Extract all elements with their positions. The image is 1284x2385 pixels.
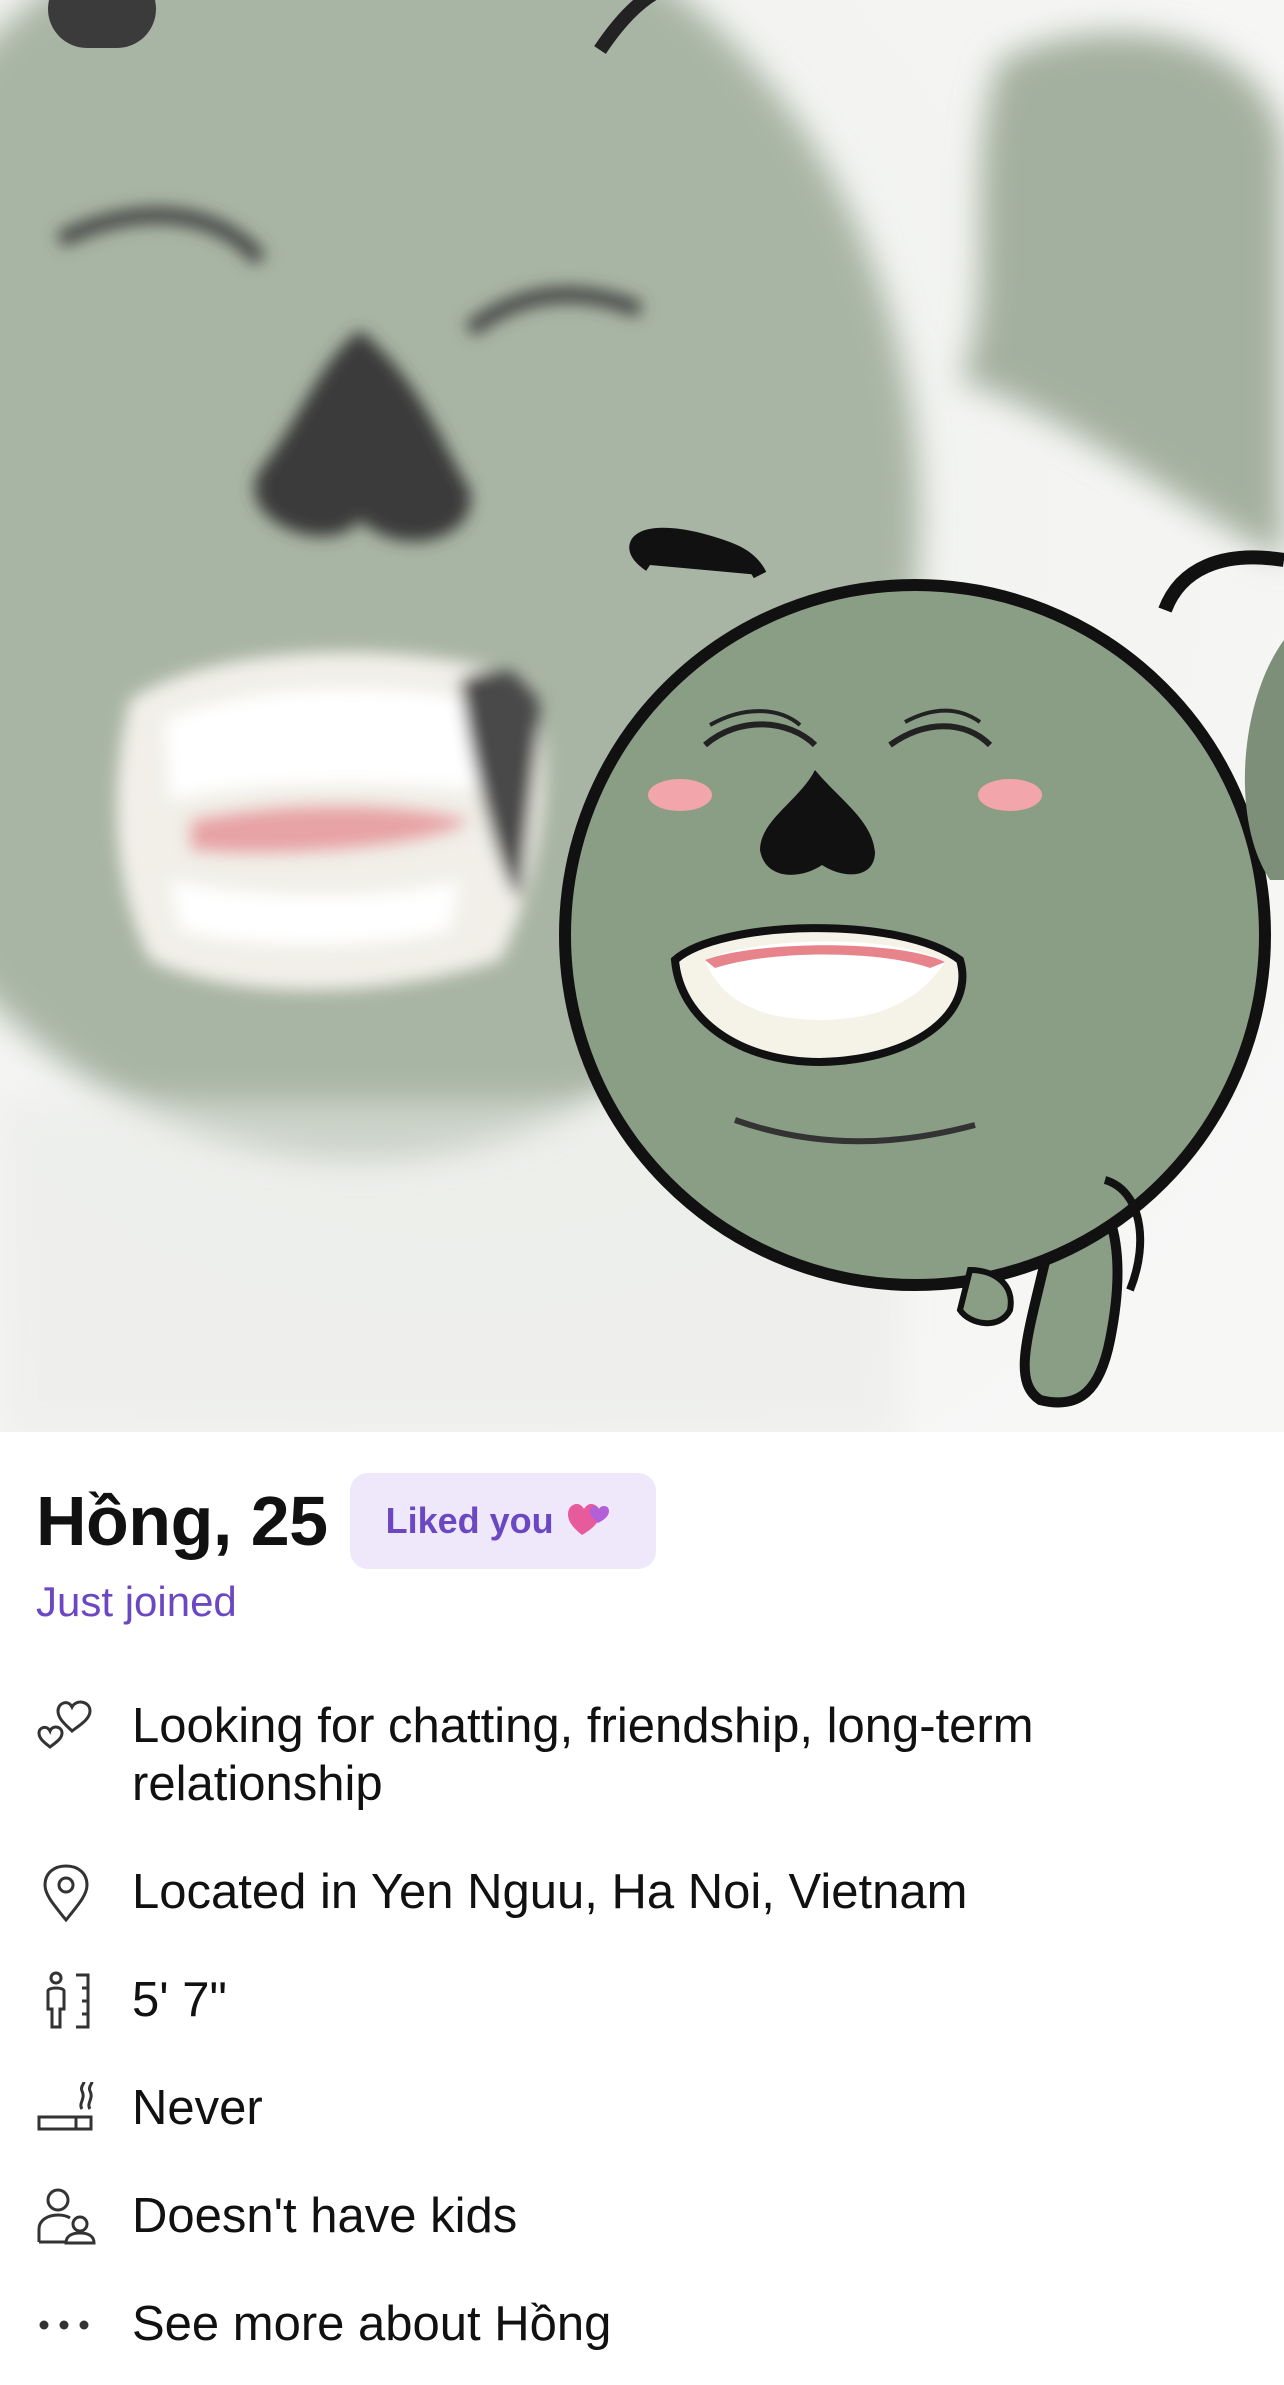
two-hearts-icon [567,1504,609,1535]
profile-photo-illustration [0,0,1284,1432]
profile-photo[interactable] [0,0,1284,1432]
liked-you-badge[interactable]: Liked you [349,1473,656,1569]
height-icon [36,1971,96,2031]
detail-location: Located in Yen Nguu, Ha Noi, Vietnam [36,1863,1256,1923]
joined-status: Just joined [36,1578,237,1625]
detail-smoking: Never [36,2079,1256,2139]
liked-you-label: Liked you [385,1500,554,1541]
cigarette-icon [36,2079,96,2139]
location-pin-icon [36,1863,96,1923]
kids-icon [36,2187,96,2247]
see-more-link[interactable]: See more about Hồng [36,2295,1256,2355]
profile-screen: Hồng, 25 Liked you Just joined Looking f… [0,0,1284,2385]
profile-header: Hồng, 25 Liked you [36,1473,656,1569]
detail-looking-for: Looking for chatting, friendship, long-t… [36,1697,1256,1813]
detail-height: 5' 7" [36,1971,1256,2031]
profile-name-age: Hồng, 25 [36,1482,328,1560]
hearts-icon [36,1697,96,1757]
detail-kids: Doesn't have kids [36,2187,1256,2247]
more-dots-icon [36,2295,96,2355]
